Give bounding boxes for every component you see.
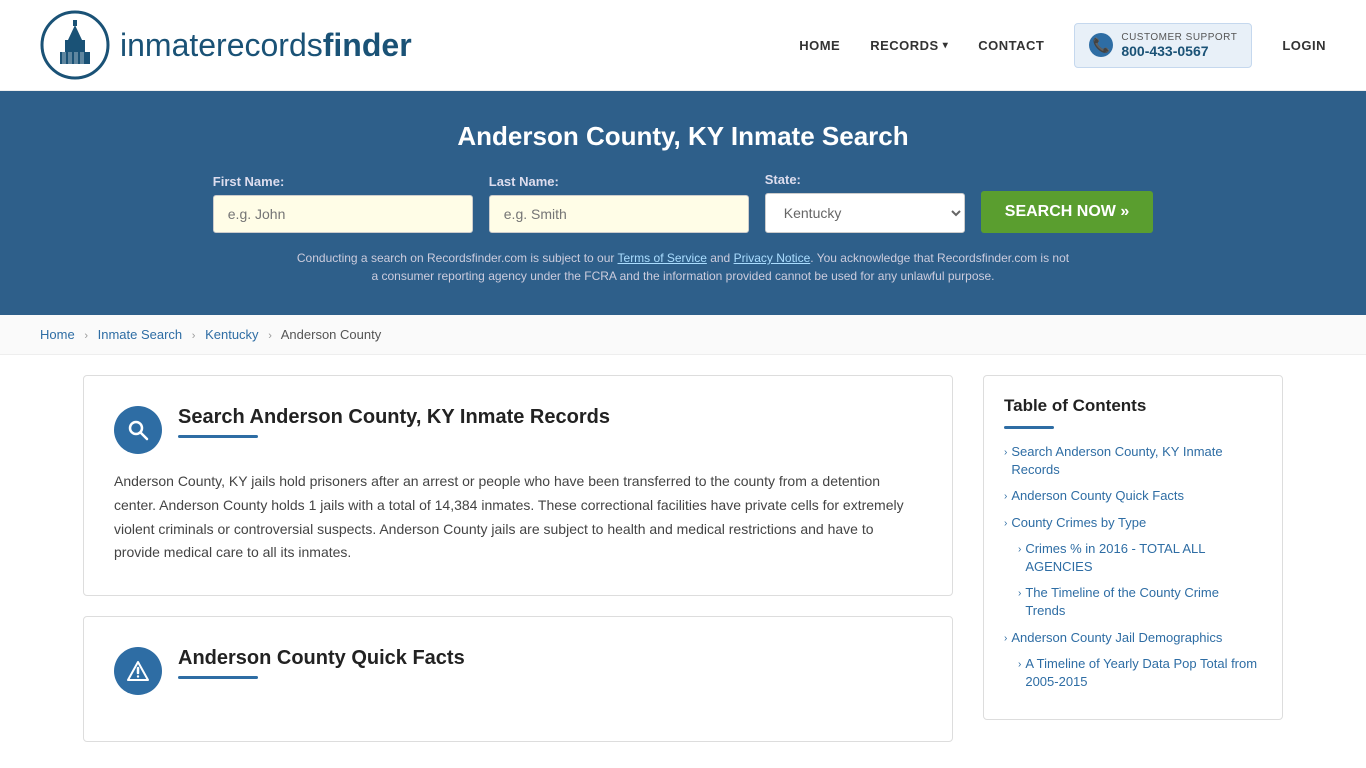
breadcrumb-state[interactable]: Kentucky bbox=[205, 327, 258, 342]
records-chevron-icon: ▾ bbox=[943, 40, 949, 51]
logo-icon bbox=[40, 10, 110, 80]
search-form: First Name: Last Name: State: Kentucky A… bbox=[40, 172, 1326, 233]
breadcrumb-inmate-search[interactable]: Inmate Search bbox=[98, 327, 183, 342]
hero-banner: Anderson County, KY Inmate Search First … bbox=[0, 91, 1366, 315]
privacy-link[interactable]: Privacy Notice bbox=[734, 251, 811, 265]
breadcrumb-current: Anderson County bbox=[281, 327, 381, 342]
section1-title-area: Search Anderson County, KY Inmate Record… bbox=[178, 406, 610, 438]
toc-card: Table of Contents ›Search Anderson Count… bbox=[983, 375, 1283, 720]
toc-item: ›Crimes % in 2016 - TOTAL ALL AGENCIES bbox=[1018, 540, 1262, 576]
logo-text: inmaterecordsfinder bbox=[120, 27, 412, 64]
toc-link[interactable]: ›Anderson County Quick Facts bbox=[1004, 487, 1262, 505]
breadcrumb: Home › Inmate Search › Kentucky › Anders… bbox=[0, 315, 1366, 355]
toc-chevron-icon: › bbox=[1018, 658, 1021, 672]
alert-icon bbox=[114, 647, 162, 695]
toc-link[interactable]: ›The Timeline of the County Crime Trends bbox=[1018, 584, 1262, 620]
main-nav: HOME RECORDS ▾ CONTACT 📞 CUSTOMER SUPPOR… bbox=[799, 23, 1326, 68]
toc-chevron-icon: › bbox=[1004, 517, 1007, 531]
last-name-group: Last Name: bbox=[489, 174, 749, 233]
breadcrumb-sep-3: › bbox=[268, 330, 272, 342]
section1-underline bbox=[178, 435, 258, 438]
first-name-label: First Name: bbox=[213, 174, 473, 189]
toc-link[interactable]: ›County Crimes by Type bbox=[1004, 514, 1262, 532]
toc-item: ›Search Anderson County, KY Inmate Recor… bbox=[1004, 443, 1262, 479]
section1-body: Anderson County, KY jails hold prisoners… bbox=[114, 470, 922, 565]
logo[interactable]: inmaterecordsfinder bbox=[40, 10, 412, 80]
section1-title: Search Anderson County, KY Inmate Record… bbox=[178, 406, 610, 429]
search-button[interactable]: SEARCH NOW » bbox=[981, 191, 1153, 233]
breadcrumb-sep-2: › bbox=[192, 330, 196, 342]
search-records-section: Search Anderson County, KY Inmate Record… bbox=[83, 375, 953, 596]
left-column: Search Anderson County, KY Inmate Record… bbox=[83, 375, 983, 742]
first-name-input[interactable] bbox=[213, 195, 473, 233]
tos-link[interactable]: Terms of Service bbox=[618, 251, 707, 265]
nav-home[interactable]: HOME bbox=[799, 38, 840, 53]
toc-chevron-icon: › bbox=[1004, 490, 1007, 504]
toc-link[interactable]: ›Anderson County Jail Demographics bbox=[1004, 629, 1262, 647]
headset-icon: 📞 bbox=[1089, 33, 1113, 57]
toc-chevron-icon: › bbox=[1018, 587, 1021, 601]
breadcrumb-sep-1: › bbox=[84, 330, 88, 342]
toc-chevron-icon: › bbox=[1004, 632, 1007, 646]
state-group: State: Kentucky Alabama Alaska Arizona C… bbox=[765, 172, 965, 233]
section2-title: Anderson County Quick Facts bbox=[178, 647, 465, 670]
section2-underline bbox=[178, 676, 258, 679]
quick-facts-section: Anderson County Quick Facts bbox=[83, 616, 953, 742]
state-label: State: bbox=[765, 172, 965, 187]
toc-divider bbox=[1004, 426, 1054, 429]
nav-records[interactable]: RECORDS ▾ bbox=[870, 38, 948, 53]
nav-login[interactable]: LOGIN bbox=[1282, 38, 1326, 53]
toc-list: ›Search Anderson County, KY Inmate Recor… bbox=[1004, 443, 1262, 691]
section2-title-area: Anderson County Quick Facts bbox=[178, 647, 465, 679]
first-name-group: First Name: bbox=[213, 174, 473, 233]
toc-item: ›Anderson County Quick Facts bbox=[1004, 487, 1262, 505]
toc-link[interactable]: ›Search Anderson County, KY Inmate Recor… bbox=[1004, 443, 1262, 479]
main-content: Search Anderson County, KY Inmate Record… bbox=[43, 355, 1323, 762]
toc-item: ›Anderson County Jail Demographics bbox=[1004, 629, 1262, 647]
toc-link[interactable]: ›A Timeline of Yearly Data Pop Total fro… bbox=[1018, 655, 1262, 691]
last-name-input[interactable] bbox=[489, 195, 749, 233]
state-select[interactable]: Kentucky Alabama Alaska Arizona Californ… bbox=[765, 193, 965, 233]
logo-text-bold: finder bbox=[323, 27, 412, 63]
toc-title: Table of Contents bbox=[1004, 396, 1262, 416]
section1-header: Search Anderson County, KY Inmate Record… bbox=[114, 406, 922, 454]
toc-item: ›A Timeline of Yearly Data Pop Total fro… bbox=[1018, 655, 1262, 691]
support-number: 800-433-0567 bbox=[1121, 43, 1237, 59]
search-icon bbox=[114, 406, 162, 454]
toc-chevron-icon: › bbox=[1004, 446, 1007, 460]
support-label: CUSTOMER SUPPORT bbox=[1121, 32, 1237, 43]
toc-link[interactable]: ›Crimes % in 2016 - TOTAL ALL AGENCIES bbox=[1018, 540, 1262, 576]
toc-item: ›County Crimes by Type bbox=[1004, 514, 1262, 532]
logo-text-normal: inmaterecords bbox=[120, 27, 323, 63]
right-sidebar: Table of Contents ›Search Anderson Count… bbox=[983, 375, 1283, 742]
disclaimer-text: Conducting a search on Recordsfinder.com… bbox=[293, 249, 1073, 285]
breadcrumb-home[interactable]: Home bbox=[40, 327, 75, 342]
customer-support: 📞 CUSTOMER SUPPORT 800-433-0567 bbox=[1074, 23, 1252, 68]
last-name-label: Last Name: bbox=[489, 174, 749, 189]
nav-contact[interactable]: CONTACT bbox=[978, 38, 1044, 53]
toc-chevron-icon: › bbox=[1018, 543, 1021, 557]
site-header: inmaterecordsfinder HOME RECORDS ▾ CONTA… bbox=[0, 0, 1366, 91]
toc-item: ›The Timeline of the County Crime Trends bbox=[1018, 584, 1262, 620]
hero-title: Anderson County, KY Inmate Search bbox=[40, 121, 1326, 152]
section2-header: Anderson County Quick Facts bbox=[114, 647, 922, 695]
